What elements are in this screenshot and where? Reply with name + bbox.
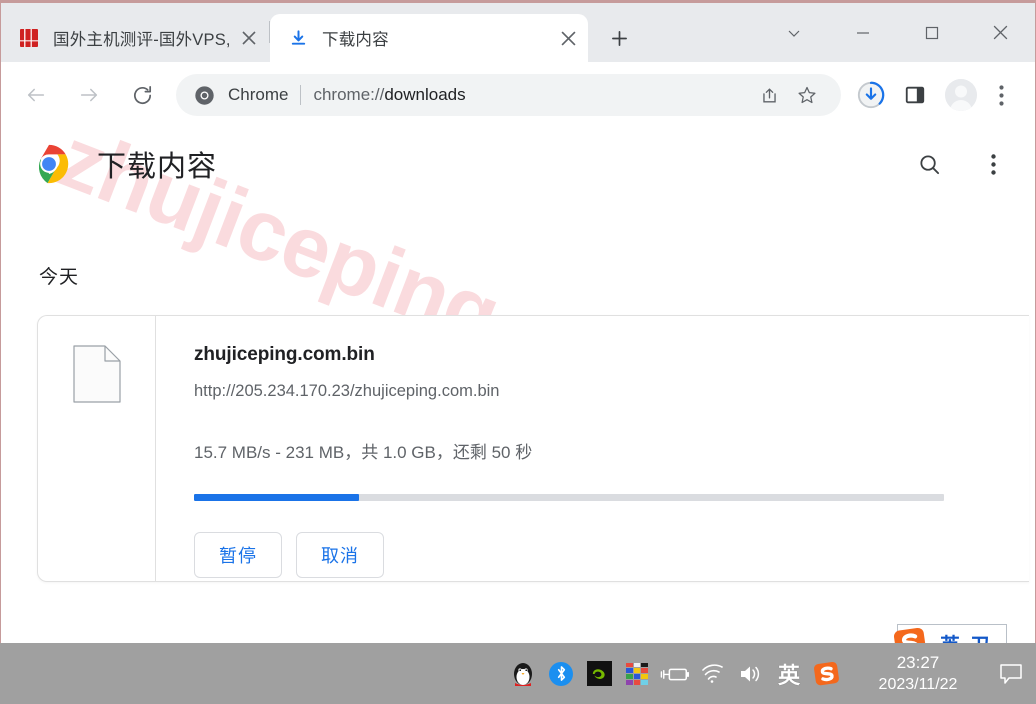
chevron-down-icon[interactable] (759, 3, 828, 62)
star-icon[interactable] (789, 77, 825, 113)
share-icon[interactable] (751, 77, 787, 113)
wifi-icon[interactable] (695, 652, 731, 696)
bluetooth-icon[interactable] (543, 652, 579, 696)
omnibox-url: chrome://downloads (313, 85, 749, 105)
clock-time: 23:27 (896, 652, 940, 672)
omnibox-url-scheme: chrome:// (313, 85, 385, 104)
tab-title: 国外主机测评-国外VPS, (53, 31, 231, 49)
omnibox-product-label: Chrome (228, 85, 289, 104)
browser-window: 国外主机测评-国外VPS, 下载内容 Chrome chrome://downl… (0, 0, 1036, 643)
chrome-icon (192, 83, 216, 107)
cancel-button[interactable]: 取消 (296, 532, 384, 578)
tab-strip: 国外主机测评-国外VPS, 下载内容 (1, 3, 1035, 62)
close-icon[interactable] (966, 3, 1035, 62)
page-header-actions (887, 142, 1015, 186)
tab-title: 下载内容 (322, 31, 389, 49)
download-progress-fill (194, 494, 359, 501)
page-header: 下载内容 (1, 128, 1035, 200)
address-bar[interactable]: Chrome chrome://downloads (176, 74, 841, 116)
avatar[interactable] (945, 79, 977, 111)
download-filename[interactable]: zhujiceping.com.bin (194, 344, 1029, 366)
taskbar: 英 23:27 2023/11/22 (0, 643, 1036, 704)
omnibox-actions (749, 77, 825, 113)
download-item-card: zhujiceping.com.bin http://205.234.170.2… (37, 315, 1029, 582)
tab-close-button[interactable] (554, 24, 582, 52)
download-url: http://205.234.170.23/zhujiceping.com.bi… (194, 382, 500, 400)
tab-close-button[interactable] (235, 24, 263, 52)
download-progress-icon[interactable] (851, 75, 891, 115)
pause-button[interactable]: 暂停 (194, 532, 282, 578)
file-icon (72, 345, 121, 408)
browser-toolbar: Chrome chrome://downloads (1, 62, 1035, 128)
download-arrow-icon (288, 28, 308, 48)
system-tray: 英 23:27 2023/11/22 (504, 652, 1028, 696)
window-controls (759, 3, 1035, 62)
new-tab-button[interactable] (602, 21, 636, 55)
screen: 国外主机测评-国外VPS, 下载内容 Chrome chrome://downl… (0, 0, 1036, 704)
nvidia-icon[interactable] (581, 652, 617, 696)
side-panel-icon[interactable] (895, 75, 935, 115)
file-icon-cell (38, 316, 156, 581)
forward-arrow-icon[interactable] (70, 76, 108, 114)
back-arrow-icon[interactable] (17, 76, 55, 114)
maximize-icon[interactable] (897, 3, 966, 62)
reload-icon[interactable] (123, 76, 161, 114)
sogou-logo (890, 623, 932, 643)
color-grid-icon[interactable] (619, 652, 655, 696)
sogou-ime-bar[interactable]: 英ㄗ (893, 624, 1007, 644)
download-details: zhujiceping.com.bin http://205.234.170.2… (156, 316, 1029, 581)
notification-icon[interactable] (994, 652, 1028, 696)
three-dot-menu-icon[interactable] (981, 75, 1021, 115)
ime-mode-label[interactable]: 英ㄗ (940, 629, 1000, 644)
download-actions: 暂停 取消 (194, 532, 1029, 578)
section-label-today: 今天 (39, 267, 80, 288)
chrome-logo (29, 144, 69, 184)
red-site-icon (19, 28, 39, 48)
three-dot-menu-icon[interactable] (971, 142, 1015, 186)
download-status: 15.7 MB/s - 231 MB，共 1.0 GB，还剩 50 秒 (194, 443, 533, 462)
clock[interactable]: 23:27 2023/11/22 (864, 652, 972, 696)
battery-charging-icon[interactable] (657, 652, 693, 696)
tab-downloads[interactable]: 下载内容 (270, 14, 588, 62)
clock-date: 2023/11/22 (878, 675, 958, 693)
download-progress-bar (194, 494, 944, 501)
omnibox-divider (300, 85, 302, 105)
qq-icon[interactable] (505, 652, 541, 696)
search-icon[interactable] (907, 142, 951, 186)
volume-icon[interactable] (733, 652, 769, 696)
downloads-page: zhujiceping.com 下载内容 今天 zhujiceping.com.… (1, 128, 1035, 643)
sogou-icon[interactable] (809, 652, 845, 696)
minimize-icon[interactable] (828, 3, 897, 62)
omnibox-url-path: downloads (384, 85, 466, 104)
ime-indicator[interactable]: 英 (771, 652, 807, 696)
page-title: 下载内容 (97, 151, 218, 183)
tab-site[interactable]: 国外主机测评-国外VPS, (1, 14, 269, 62)
